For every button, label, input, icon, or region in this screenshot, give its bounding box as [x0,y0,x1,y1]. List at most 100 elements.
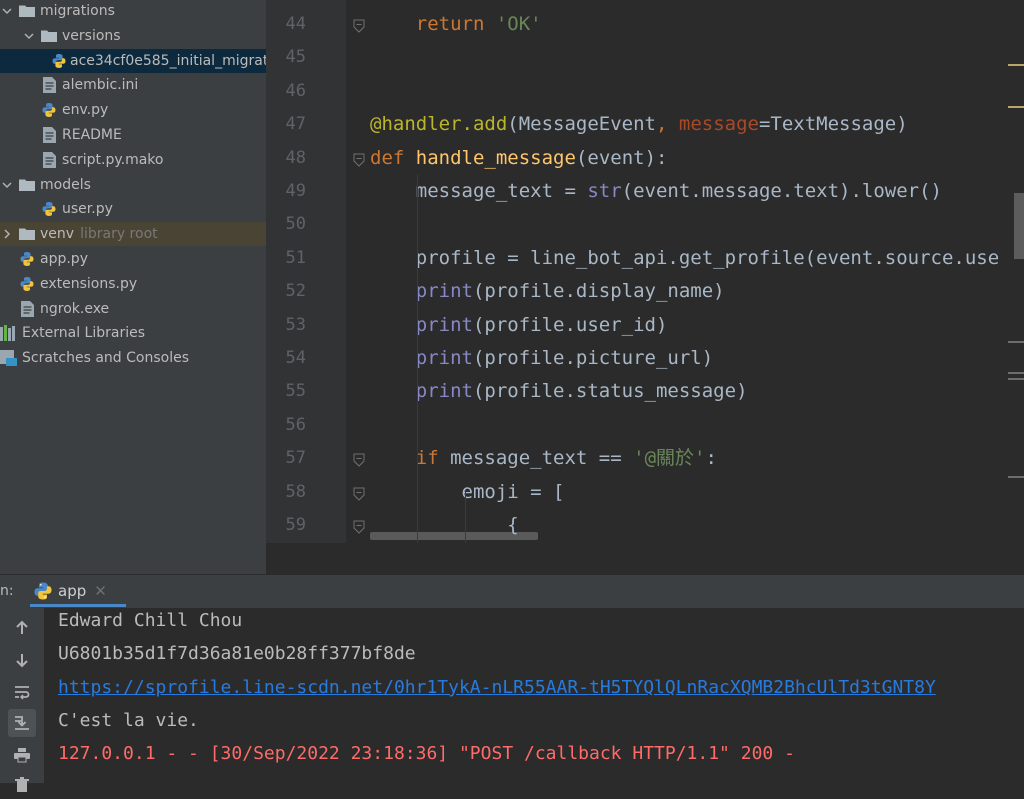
python-file-icon [18,251,36,267]
python-file-icon [40,201,58,217]
run-toolbar [0,608,44,792]
code-token: print [415,347,473,369]
tree-item-script-py-mako[interactable]: script.py.mako [0,148,266,172]
close-icon[interactable]: ✕ [94,582,107,600]
up-arrow-icon[interactable] [8,614,36,642]
code-token: (profile.display_name) [472,280,725,303]
editor-vertical-scrollbar[interactable] [1014,193,1024,259]
tree-item-app-py[interactable]: app.py [0,247,266,271]
code-token: '@關於' [633,447,706,470]
code-line: message_text = str(event.message.text).l… [370,175,942,208]
tree-item-label: venv [40,226,75,243]
tree-item-env-py[interactable]: env.py [0,98,266,122]
python-file-icon [40,102,58,118]
tree-item-label: Scratches and Consoles [22,350,189,367]
down-arrow-icon[interactable] [8,646,36,674]
line-number: 55 [285,381,306,402]
line-number: 50 [285,214,306,235]
chevron-down-icon[interactable] [2,178,12,192]
scroll-to-end-icon[interactable] [8,709,36,737]
console-line: 127.0.0.1 - - [30/Sep/2022 23:18:36] "PO… [58,743,795,765]
tree-item-label: script.py.mako [62,151,164,168]
tree-item-scratches-and-consoles[interactable]: Scratches and Consoles [0,346,266,370]
console-link[interactable]: https://sprofile.line-scdn.net/0hr1TykA-… [58,671,936,704]
python-icon [32,580,54,602]
chevron-right-icon[interactable] [2,227,12,241]
error-stripe-marker[interactable] [1008,64,1024,66]
tree-item-venv[interactable]: venv library root [0,222,266,247]
exe-file-icon [18,300,36,317]
tree-item-alembic-ini[interactable]: alembic.ini [0,73,266,97]
code-line: @handler.add(MessageEvent, message=TextM… [370,108,908,141]
error-stripe-marker[interactable] [1008,372,1024,374]
tree-item-label: app.py [40,251,88,267]
code-token: (profile.picture_url) [472,347,714,369]
line-number: 45 [285,47,306,68]
line-number: 56 [285,414,306,435]
tree-item-extensions-py[interactable]: extensions.py [0,272,266,296]
soft-wrap-icon[interactable] [8,678,36,706]
tree-item-user-py[interactable]: user.py [0,197,266,221]
tree-item-migrations[interactable]: migrations [0,0,266,23]
line-number: 54 [285,348,306,368]
tree-item-label: ngrok.exe [40,300,110,317]
error-stripe-marker[interactable] [1008,341,1024,343]
code-line: print(profile.display_name) [370,275,725,308]
print-icon[interactable] [8,741,36,769]
line-number: 58 [285,481,306,502]
tree-item-readme[interactable]: README [0,123,266,147]
line-number: 46 [285,80,306,101]
tree-item-ngrok-exe[interactable]: ngrok.exe [0,297,266,321]
code-line: return 'OK' [370,8,542,41]
code-token: { [370,514,519,536]
line-number: 57 [285,448,306,469]
tree-item-models[interactable]: models [0,173,266,197]
code-line: emoji = [ [370,476,565,509]
tree-item-label: versions [62,27,121,44]
fold-marker-icon[interactable] [352,152,366,167]
fold-marker-icon[interactable] [352,519,366,534]
fold-marker-icon[interactable] [352,18,366,33]
error-stripe-marker[interactable] [1008,476,1024,478]
folder-icon [40,28,58,44]
folder-icon [18,3,36,19]
code-line: profile = line_bot_api.get_profile(event… [370,242,999,275]
tree-item-external-libraries[interactable]: External Libraries [0,321,266,345]
console-line: C'est la vie. [58,709,199,731]
chevron-down-icon[interactable] [2,4,12,18]
code-token: print [415,280,473,303]
run-tab-app[interactable]: app ✕ [30,576,126,607]
line-number: 44 [285,14,306,34]
tree-item-hint: library root [80,226,158,243]
code-token: (MessageEvent [507,113,656,136]
text-file-icon [40,127,58,143]
error-stripe-marker[interactable] [1008,378,1024,380]
code-token: (profile.user_id) [472,313,668,336]
trash-icon[interactable] [8,771,36,799]
fold-marker-icon[interactable] [352,452,366,467]
tree-item-ace34cf0e585-initial-migration-py[interactable]: ace34cf0e585_initial_migration.py [0,48,266,73]
code-token: str [587,180,622,202]
tree-item-label: user.py [62,201,113,218]
code-token: @handler.add [370,113,508,136]
fold-marker-icon[interactable] [352,486,366,501]
text-file-icon [40,151,58,168]
chevron-down-icon[interactable] [24,29,34,43]
code-line: { [370,509,519,542]
code-token: return [415,13,485,35]
code-token: (event.message.text).lower() [621,180,942,202]
error-stripe-marker[interactable] [1008,106,1024,108]
tree-item-versions[interactable]: versions [0,24,266,48]
console-line: Edward Chill Chou [58,610,243,631]
line-number: 59 [285,515,306,535]
text-file-icon [40,77,58,94]
